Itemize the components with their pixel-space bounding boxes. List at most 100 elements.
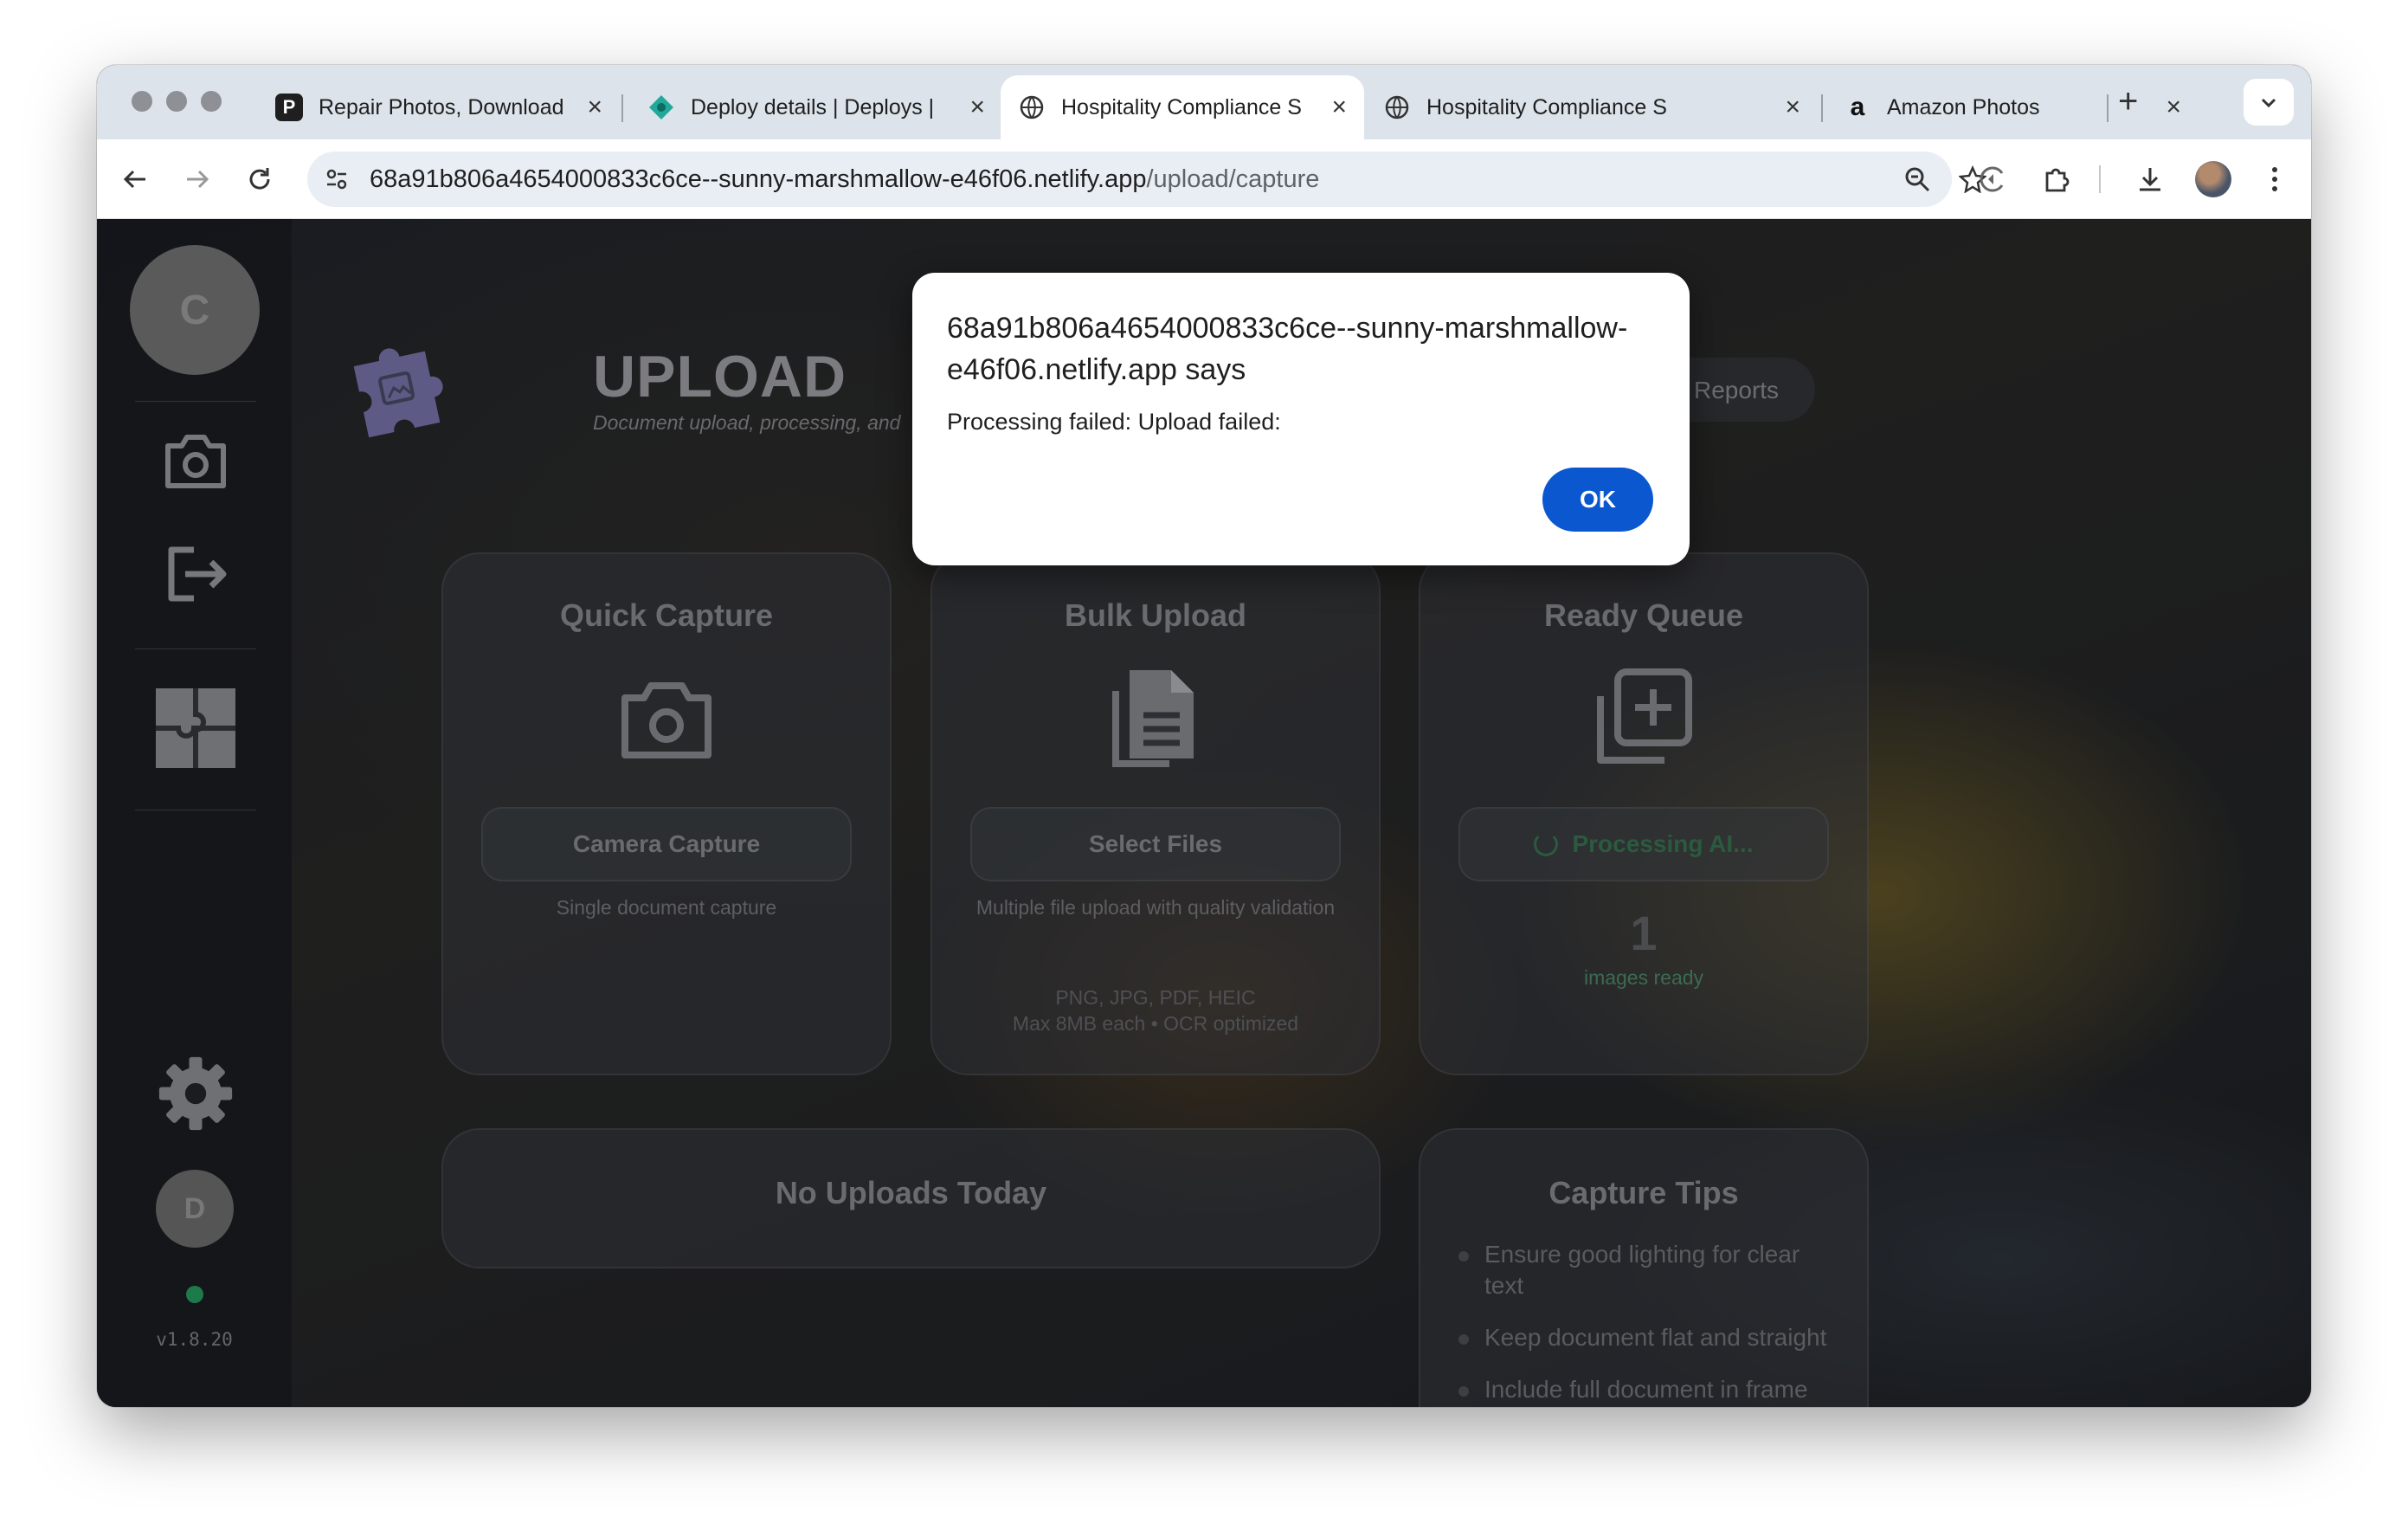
bulk-upload-card: Bulk Upload Select Files Multiple file u… (930, 552, 1381, 1075)
dialog-title: 68a91b806a4654000833c6ce--sunny-marshmal… (947, 312, 1628, 386)
tab-strip: P Repair Photos, Download × Deploy detai… (97, 65, 2311, 139)
card-title: Quick Capture (559, 597, 774, 633)
extension-loader-icon[interactable] (1977, 164, 2008, 195)
tip-item: Ensure good lighting for clear text (1458, 1239, 1839, 1301)
tab-separator (2107, 94, 2109, 122)
minimize-window-button[interactable] (166, 91, 187, 112)
card-title: No Uploads Today (775, 1175, 1047, 1210)
card-title: Capture Tips (1548, 1175, 1739, 1210)
add-copy-icon (1592, 665, 1696, 773)
camera-capture-button[interactable]: Camera Capture (481, 807, 852, 881)
camera-icon (618, 674, 715, 768)
camera-icon (165, 435, 226, 488)
capture-tips-card: Capture Tips Ensure good lighting for cl… (1419, 1128, 1869, 1407)
file-formats: PNG, JPG, PDF, HEIC (1055, 986, 1256, 1009)
tab-amazon-photos[interactable]: a Amazon Photos × (1826, 75, 2199, 139)
sidebar-camera-button[interactable] (158, 423, 234, 500)
url-path: /upload/capture (1146, 165, 1320, 193)
close-tab-icon[interactable]: × (2166, 93, 2181, 122)
profile-avatar[interactable] (2195, 161, 2231, 197)
processing-ai-button[interactable]: Processing AI... (1458, 807, 1829, 881)
company-avatar[interactable]: C (130, 245, 260, 375)
ready-queue-card: Ready Queue Processing AI... 1 images re… (1419, 552, 1869, 1075)
export-arrow-icon (168, 546, 227, 602)
ready-count: 1 (1630, 906, 1658, 960)
url-host: 68a91b806a4654000833c6ce--sunny-marshmal… (370, 165, 1147, 193)
new-tab-button[interactable]: + (2118, 82, 2138, 121)
page-subtitle: Document upload, processing, and (593, 411, 901, 434)
tab-title: Deploy details | Deploys | (691, 94, 935, 119)
puzzle-icon (156, 688, 235, 768)
extensions-puzzle-icon[interactable] (2041, 164, 2072, 195)
back-button[interactable] (119, 164, 151, 195)
arrow-right-icon (187, 170, 209, 189)
tab-repair-photos[interactable]: P Repair Photos, Download × (258, 75, 620, 139)
processing-label: Processing AI... (1572, 830, 1754, 857)
tip-item: Include full document in frame (1458, 1374, 1839, 1405)
tab-title: Hospitality Compliance S (1426, 94, 1667, 119)
tab-title: Amazon Photos (1887, 94, 2040, 119)
close-tab-icon[interactable]: × (587, 93, 602, 122)
zoom-window-button[interactable] (201, 91, 222, 112)
forward-button[interactable] (182, 164, 213, 195)
file-limits: Max 8MB each • OCR optimized (1012, 1012, 1299, 1035)
reload-button[interactable] (244, 164, 275, 195)
amazon-icon: a (1850, 93, 1865, 121)
reports-nav-label: Reports (1694, 377, 1780, 403)
tab-title: Hospitality Compliance S (1061, 94, 1302, 119)
tab-title: Repair Photos, Download (319, 94, 564, 119)
photoroom-icon: P (275, 94, 303, 121)
address-bar[interactable]: 68a91b806a4654000833c6ce--sunny-marshmal… (307, 152, 1986, 207)
sidebar-divider (135, 401, 256, 402)
reload-icon (249, 168, 270, 190)
tip-item: Keep document flat and straight (1458, 1322, 1839, 1353)
card-description: Single document capture (556, 896, 777, 919)
downloads-icon[interactable] (2134, 164, 2166, 195)
tab-deploy-details[interactable]: Deploy details | Deploys | × (630, 75, 1002, 139)
select-files-button[interactable]: Select Files (970, 807, 1341, 881)
spinner-icon (1534, 832, 1559, 856)
tab-separator (1821, 94, 1823, 122)
app-sidebar: C D v1.8.20 (97, 219, 292, 1407)
url-text: 68a91b806a4654000833c6ce--sunny-marshmal… (370, 165, 1319, 194)
alert-dialog: 68a91b806a4654000833c6ce--sunny-marshmal… (912, 273, 1690, 565)
ready-count-label: images ready (1583, 966, 1704, 989)
uploads-today-card: No Uploads Today (441, 1128, 1381, 1268)
ok-button[interactable]: OK (1542, 468, 1653, 532)
card-title: Ready Queue (1543, 597, 1744, 633)
quick-capture-card: Quick Capture Camera Capture Single docu… (441, 552, 892, 1075)
user-avatar[interactable]: D (156, 1170, 234, 1248)
sidebar-puzzle-button[interactable] (154, 687, 237, 770)
chevron-down-icon (2261, 98, 2276, 108)
tab-hospitality[interactable]: Hospitality Compliance S × (1366, 75, 1818, 139)
toolbar-separator (2099, 165, 2101, 193)
gear-icon (158, 1056, 233, 1131)
browser-toolbar: 68a91b806a4654000833c6ce--sunny-marshmal… (97, 139, 2311, 219)
sidebar-settings-button[interactable] (158, 1055, 234, 1132)
window-controls (132, 91, 222, 112)
browser-window: P Repair Photos, Download × Deploy detai… (97, 65, 2311, 1407)
page-title: UPLOAD (593, 344, 847, 410)
close-tab-icon[interactable]: × (969, 93, 985, 122)
tab-search-button[interactable] (2244, 79, 2294, 126)
card-title: Bulk Upload (1064, 597, 1246, 633)
globe-icon (1018, 94, 1046, 121)
tab-separator (621, 94, 623, 122)
tab-hospitality-active[interactable]: Hospitality Compliance S × (1001, 75, 1364, 139)
close-tab-icon[interactable]: × (1785, 93, 1800, 122)
sidebar-upload-button[interactable] (158, 536, 234, 612)
zoom-icon[interactable] (1902, 164, 1933, 195)
close-tab-icon[interactable]: × (1331, 93, 1347, 122)
arrow-left-icon (123, 170, 145, 189)
menu-kebab-icon[interactable] (2259, 164, 2290, 195)
globe-icon (1383, 94, 1411, 121)
app-version: v1.8.20 (156, 1329, 233, 1350)
files-icon (1107, 665, 1204, 777)
upload-puzzle-icon (342, 332, 454, 449)
close-window-button[interactable] (132, 91, 152, 112)
dialog-message: Processing failed: Upload failed: (947, 409, 1281, 435)
online-status-dot (186, 1286, 203, 1303)
netlify-icon (647, 94, 675, 121)
site-info-icon[interactable] (319, 162, 354, 197)
tips-list: Ensure good lighting for clear text Keep… (1458, 1239, 1839, 1407)
